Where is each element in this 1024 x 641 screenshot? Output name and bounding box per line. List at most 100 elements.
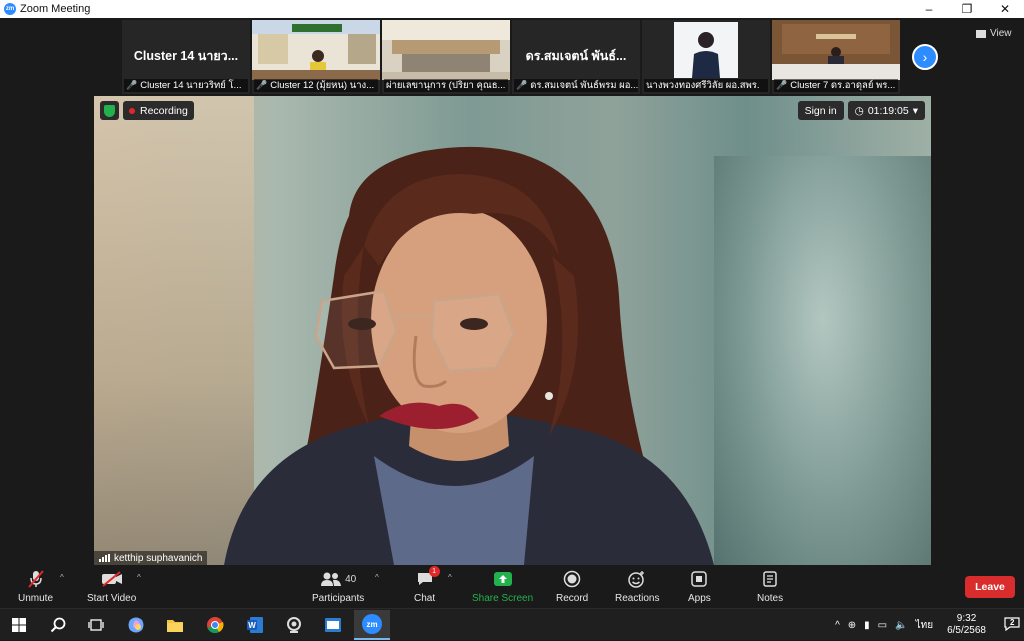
chrome-icon[interactable] xyxy=(204,614,226,636)
participant-label: 🎤 Cluster 14 นายวริทย์ โ... xyxy=(124,79,248,92)
participant-tile[interactable]: ผ่ายเลขานุการ (ปริยา คุณธ... xyxy=(382,20,510,94)
top-right-controls: Sign in ◷ 01:19:05 ▾ xyxy=(797,101,925,120)
window-titlebar: zm Zoom Meeting – ❐ ✕ xyxy=(0,0,1024,18)
meeting-toolbar: Unmute ^ Start Video ^ 40 Participants ^… xyxy=(0,565,1024,608)
next-page-button[interactable]: › xyxy=(912,44,938,70)
network-icon[interactable]: ▭ xyxy=(878,620,887,631)
speaker-name: ketthip suphavanich xyxy=(114,552,203,564)
share-screen-button[interactable]: Share Screen xyxy=(472,569,533,604)
participant-tile[interactable]: 🎤 Cluster 7 ดร.อาดุลย์ พร... xyxy=(772,20,900,94)
participant-name: ดร.สมเจตน์ พันธ์พรม ผอ... xyxy=(530,80,638,91)
notes-label: Notes xyxy=(757,593,784,604)
speaker-figure xyxy=(224,146,714,565)
participant-strip: Cluster 14 นายว... 🎤 Cluster 14 นายวริทย์… xyxy=(122,20,900,94)
meeting-timer[interactable]: ◷ 01:19:05 ▾ xyxy=(847,101,925,120)
participant-tile[interactable]: 🎤 Cluster 12 (มุ้ยหน) นาง... xyxy=(252,20,380,94)
leave-button[interactable]: Leave xyxy=(965,576,1015,598)
clock-time: 9:32 xyxy=(956,613,977,624)
participant-video xyxy=(772,20,900,80)
search-icon[interactable] xyxy=(47,614,69,636)
chat-options-caret[interactable]: ^ xyxy=(448,573,452,582)
muted-mic-icon: 🎤 xyxy=(776,80,788,90)
video-options-caret[interactable]: ^ xyxy=(137,573,141,582)
signal-bars-icon xyxy=(99,554,110,562)
zoom-taskbar-icon[interactable]: zm xyxy=(354,610,390,640)
participant-video xyxy=(252,20,380,80)
clock[interactable]: 9:32 6/5/2568 xyxy=(943,613,990,637)
record-button[interactable]: Record xyxy=(556,569,588,604)
participant-video xyxy=(382,20,510,80)
participant-name: ผ่ายเลขานุการ (ปริยา คุณธ... xyxy=(386,80,506,91)
chevron-right-icon: › xyxy=(922,49,928,65)
participant-tile[interactable]: Cluster 14 นายว... 🎤 Cluster 14 นายวริทย์… xyxy=(122,20,250,94)
reactions-button[interactable]: Reactions xyxy=(615,569,659,604)
participant-label: 🎤 ดร.สมเจตน์ พันธ์พรม ผอ... xyxy=(514,79,638,92)
participant-label: นางพวงทองศรีวิลัย ผอ.สพร. xyxy=(644,79,768,92)
video-off-icon xyxy=(101,569,123,589)
notes-button[interactable]: Notes xyxy=(757,569,783,604)
svg-text:zm: zm xyxy=(366,620,377,629)
participants-options-caret[interactable]: ^ xyxy=(375,573,379,582)
muted-mic-icon: 🎤 xyxy=(256,80,268,90)
volume-icon[interactable]: 🔈 xyxy=(895,620,907,631)
participant-name: นางพวงทองศรีวิลัย ผอ.สพร. xyxy=(646,80,760,91)
windows-taskbar: W zm ^ ⊕ ▮ ▭ 🔈 ไทย 9:32 6/5/2568 2 xyxy=(0,608,1024,640)
audio-options-caret[interactable]: ^ xyxy=(60,573,64,582)
presentation-app-icon[interactable] xyxy=(322,614,344,636)
task-view-icon[interactable] xyxy=(85,614,107,636)
minimize-button[interactable]: – xyxy=(910,0,948,18)
security-shield-icon[interactable] xyxy=(100,101,119,120)
participant-video xyxy=(642,20,770,80)
share-screen-icon xyxy=(493,569,513,589)
input-language[interactable]: ไทย xyxy=(916,618,933,633)
chevron-up-icon[interactable]: ^ xyxy=(835,620,840,631)
unmute-label: Unmute xyxy=(18,593,54,604)
sign-in-button[interactable]: Sign in xyxy=(797,101,844,120)
participant-label: 🎤 Cluster 12 (มุ้ยหน) นาง... xyxy=(254,79,378,92)
start-video-button[interactable]: Start Video xyxy=(87,569,136,604)
muted-mic-icon: 🎤 xyxy=(516,80,528,90)
svg-text:W: W xyxy=(248,621,256,630)
main-speaker-video: Recording Sign in ◷ 01:19:05 ▾ ketthip s… xyxy=(94,96,931,565)
chat-unread-badge: 1 xyxy=(428,566,440,577)
word-icon[interactable]: W xyxy=(244,614,266,636)
timer-value: 01:19:05 xyxy=(867,104,909,117)
zoom-logo-icon: zm xyxy=(4,3,16,15)
reactions-label: Reactions xyxy=(615,593,660,604)
unmute-button[interactable]: Unmute xyxy=(18,569,53,604)
participants-count: 40 xyxy=(345,573,357,585)
muted-mic-icon xyxy=(27,569,44,589)
participant-tile[interactable]: ดร.สมเจตน์ พันธ์... 🎤 ดร.สมเจตน์ พันธ์พรม… xyxy=(512,20,640,94)
record-dot-icon xyxy=(129,107,135,114)
participant-tile[interactable]: นางพวงทองศรีวิลัย ผอ.สพร. xyxy=(642,20,770,94)
notes-icon xyxy=(763,569,777,589)
window-title: Zoom Meeting xyxy=(20,3,91,15)
windows-start-icon[interactable] xyxy=(8,614,30,636)
participants-button[interactable]: 40 Participants xyxy=(312,569,364,604)
webcam-app-icon[interactable] xyxy=(283,614,305,636)
chat-button[interactable]: 1 Chat xyxy=(414,566,440,604)
participants-icon: 40 xyxy=(320,569,356,589)
chat-icon: 1 xyxy=(416,566,440,589)
meet-now-icon[interactable]: ⊕ xyxy=(848,620,856,631)
close-button[interactable]: ✕ xyxy=(986,0,1024,18)
participant-name: Cluster 12 (มุ้ยหน) นาง... xyxy=(270,80,375,91)
chevron-down-icon: ▾ xyxy=(912,104,918,117)
start-video-label: Start Video xyxy=(87,593,137,604)
copilot-icon[interactable] xyxy=(125,614,147,636)
participant-name: Cluster 7 ดร.อาดุลย์ พร... xyxy=(790,80,896,91)
participant-label: 🎤 Cluster 7 ดร.อาดุลย์ พร... xyxy=(774,79,898,92)
file-explorer-icon[interactable] xyxy=(164,614,186,636)
restore-button[interactable]: ❐ xyxy=(948,0,986,18)
usb-icon[interactable]: ▮ xyxy=(864,620,870,631)
apps-icon xyxy=(691,569,708,589)
apps-button[interactable]: Apps xyxy=(688,569,711,604)
window-controls: – ❐ ✕ xyxy=(910,0,1024,18)
recording-badge[interactable]: Recording xyxy=(123,101,194,120)
recording-indicator: Recording xyxy=(100,101,194,120)
participants-label: Participants xyxy=(312,593,365,604)
record-icon xyxy=(563,569,581,589)
notification-icon[interactable]: 2 xyxy=(1004,616,1020,634)
chat-label: Chat xyxy=(414,593,436,604)
view-button[interactable]: View xyxy=(976,28,1012,39)
